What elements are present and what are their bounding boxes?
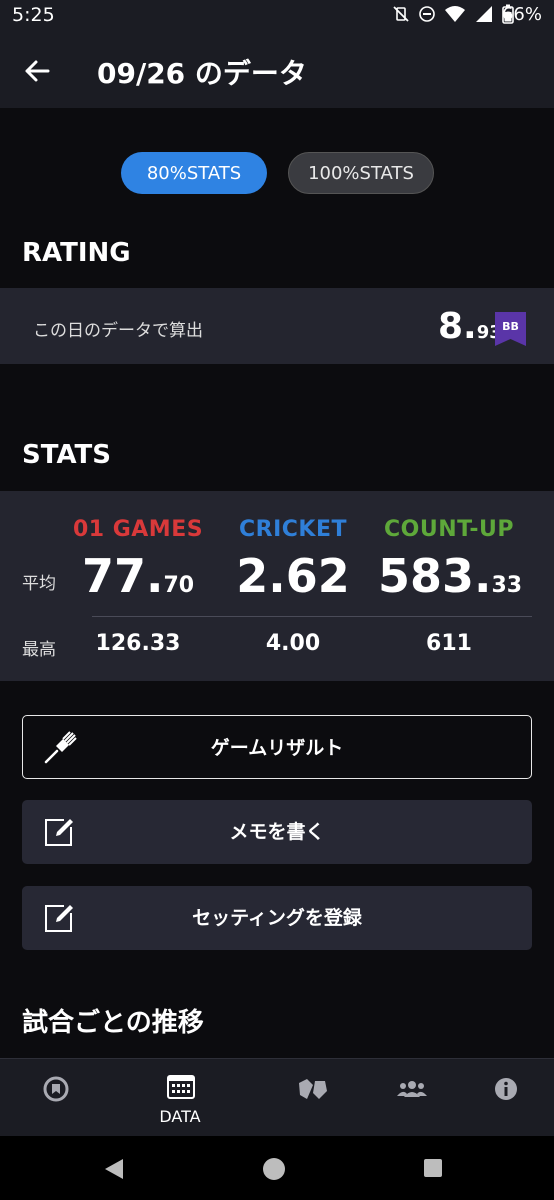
write-memo-label: メモを書く	[229, 821, 325, 843]
avg-cricket-int: 2.62	[236, 549, 350, 603]
max-countup: 611	[426, 631, 472, 656]
rating-value-int: 8.	[438, 306, 477, 347]
avg-01-games: 77.70	[53, 549, 223, 603]
stats-heading: STATS	[22, 440, 112, 470]
avg-01-dec: 70	[163, 573, 195, 598]
rating-badge-text: BB	[502, 320, 519, 333]
back-arrow-icon[interactable]	[22, 56, 52, 86]
status-bar: 5:25 66%	[0, 0, 554, 32]
battery-percent: 66%	[501, 4, 542, 25]
rating-heading: RATING	[22, 238, 131, 268]
trend-heading: 試合ごとの推移	[22, 1008, 204, 1038]
info-icon	[495, 1078, 517, 1100]
game-result-label: ゲームリザルト	[210, 737, 344, 759]
dnd-icon	[419, 6, 435, 22]
rating-value: 8.93	[438, 306, 502, 347]
avg-cricket: 2.62	[208, 549, 378, 603]
status-time: 5:25	[12, 4, 55, 26]
stats-80-button[interactable]: 80%STATS	[121, 152, 267, 194]
bottom-nav: DATA	[0, 1058, 554, 1137]
status-icons: 66%	[392, 4, 542, 25]
app-header: 09/26 のデータ	[0, 32, 554, 108]
dartboard-icon	[43, 1076, 69, 1102]
rating-class-badge: BB	[495, 312, 526, 346]
nav-data[interactable]: DATA	[125, 1059, 235, 1137]
system-back-icon[interactable]	[103, 1157, 125, 1181]
max-cricket: 4.00	[265, 631, 321, 656]
col-cricket-header: CRICKET	[239, 517, 347, 542]
register-setting-button[interactable]: セッティングを登録	[22, 886, 532, 950]
max-01-games: 126.33	[95, 631, 181, 656]
nav-friends[interactable]	[355, 1059, 465, 1137]
wifi-icon	[445, 6, 465, 22]
system-home-icon[interactable]	[262, 1157, 286, 1181]
system-nav-bar	[0, 1136, 554, 1200]
game-result-button[interactable]: ゲームリザルト	[22, 715, 532, 779]
stats-divider	[92, 616, 532, 617]
write-memo-button[interactable]: メモを書く	[22, 800, 532, 864]
col-01-games-header: 01 GAMES	[72, 517, 204, 542]
system-recents-icon[interactable]	[423, 1158, 443, 1178]
rating-label: この日のデータで算出	[33, 321, 203, 341]
register-setting-label: セッティングを登録	[192, 907, 362, 929]
nav-versus[interactable]	[255, 1059, 365, 1137]
nav-data-label: DATA	[159, 1107, 201, 1126]
avg-01-int: 77.	[81, 549, 164, 603]
avg-row-label: 平均	[22, 574, 56, 594]
stats-panel: 01 GAMES CRICKET COUNT-UP 平均 77.70 2.62 …	[0, 491, 554, 681]
avg-countup-dec: 33	[491, 573, 523, 598]
people-icon	[397, 1081, 427, 1097]
nav-home[interactable]	[0, 1059, 110, 1137]
signal-icon	[476, 6, 492, 22]
versus-icon	[299, 1079, 327, 1099]
vibrate-off-icon	[393, 6, 409, 22]
stats-100-button[interactable]: 100%STATS	[288, 152, 434, 194]
page-title: 09/26 のデータ	[97, 57, 307, 90]
max-row-label: 最高	[22, 640, 56, 660]
calendar-icon	[167, 1075, 195, 1099]
avg-countup: 583.33	[365, 549, 535, 603]
nav-info[interactable]	[450, 1059, 554, 1137]
avg-countup-int: 583.	[377, 549, 492, 603]
col-countup-header: COUNT-UP	[383, 517, 515, 542]
rating-row: この日のデータで算出 8.93 BB	[0, 288, 554, 364]
